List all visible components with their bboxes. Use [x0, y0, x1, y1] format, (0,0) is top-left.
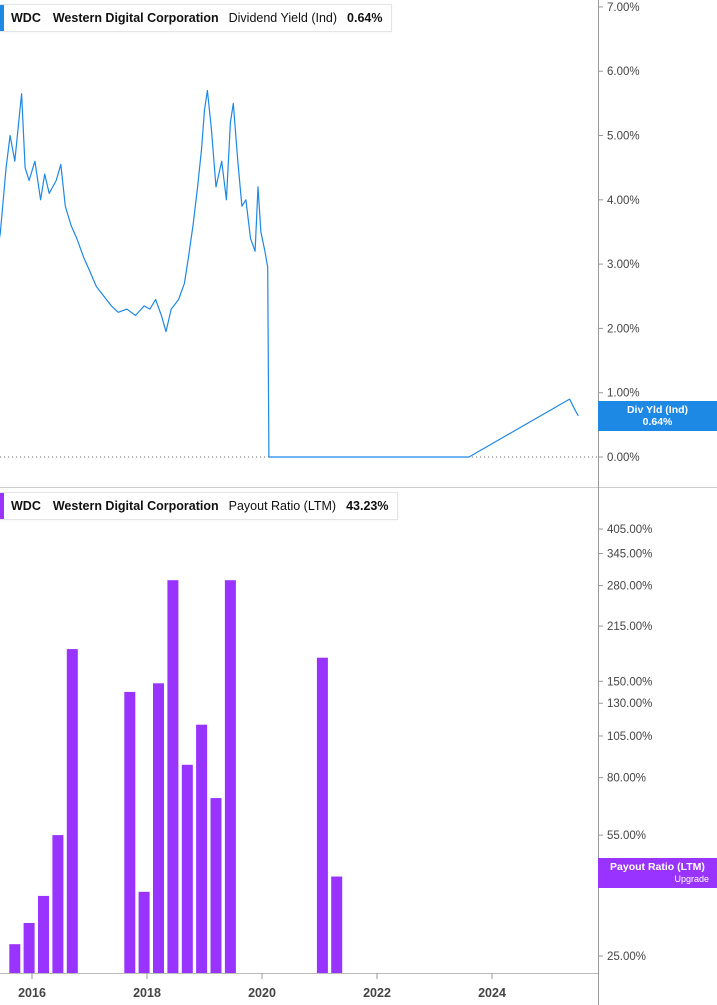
payout-y-tick-label: 25.00%: [607, 951, 646, 963]
top-legend-metric: Dividend Yield (Ind): [228, 11, 338, 25]
yield-y-tick-label: 5.00%: [607, 131, 640, 143]
bottom-legend-company: Western Digital Corporation: [52, 499, 219, 513]
payout-bar: [52, 835, 64, 973]
payout-bar: [23, 923, 35, 973]
payout-bar: [138, 891, 150, 973]
yield-current-tag: Div Yld (Ind) 0.64%: [598, 401, 717, 431]
top-legend: WDC Western Digital Corporation Dividend…: [0, 4, 393, 32]
payout-tag-label: Payout Ratio (LTM): [610, 861, 705, 873]
yield-legend-swatch: [0, 5, 4, 31]
payout-y-tick-label: 130.00%: [607, 698, 652, 710]
yield-y-tick-label: 6.00%: [607, 66, 640, 78]
chart-stage: 7.00% 6.00% 5.00% 4.00% 3.00% 2.00% 1.00% 0.00%…: [0, 0, 717, 1005]
bottom-legend-value: 43.23%: [346, 499, 389, 513]
payout-tag-upgrade-link[interactable]: Upgrade: [598, 873, 717, 885]
yield-y-tick-label: 0.00%: [607, 452, 640, 464]
payout-bar: [316, 657, 328, 973]
bottom-legend: WDC Western Digital Corporation Payout R…: [0, 492, 399, 520]
payout-y-tick-label: 405.00%: [607, 524, 652, 536]
x-tick-label: 2018: [133, 986, 161, 1000]
payout-bar: [9, 944, 21, 973]
top-legend-ticker: WDC: [11, 11, 41, 25]
x-tick-label: 2024: [478, 986, 506, 1000]
payout-bar: [38, 895, 49, 973]
x-tick-label: 2016: [18, 986, 46, 1000]
top-legend-company: Western Digital Corporation: [52, 11, 219, 25]
yield-y-tick-label: 3.00%: [607, 259, 640, 271]
bottom-legend-ticker: WDC: [11, 499, 41, 513]
payout-y-tick-label: 215.00%: [607, 621, 652, 633]
yield-y-tick-label: 7.00%: [607, 2, 640, 14]
payout-y-tick-label: 280.00%: [607, 581, 652, 593]
payout-y-tick-label: 80.00%: [607, 773, 646, 785]
payout-bar: [331, 876, 343, 973]
dividend-yield-line: [0, 89, 579, 458]
bottom-legend-metric: Payout Ratio (LTM): [228, 499, 337, 513]
payout-bar: [224, 580, 236, 973]
payout-bar: [167, 580, 179, 973]
payout-y-tick-label: 55.00%: [607, 830, 646, 842]
payout-bar: [124, 691, 136, 973]
payout-legend-swatch: [0, 493, 4, 519]
payout-y-tick-label: 150.00%: [607, 676, 652, 688]
payout-bar: [66, 649, 78, 973]
yield-y-tick-label: 4.00%: [607, 195, 640, 207]
payout-bar: [210, 798, 222, 973]
payout-bar: [181, 764, 193, 973]
payout-y-tick-label: 105.00%: [607, 731, 652, 743]
x-tick-label: 2022: [363, 986, 391, 1000]
yield-y-tick-label: 1.00%: [607, 388, 640, 400]
payout-bar: [196, 724, 208, 973]
x-tick-label: 2020: [248, 986, 276, 1000]
payout-bar: [153, 683, 164, 973]
yield-y-tick-label: 2.00%: [607, 323, 640, 335]
payout-y-tick-label: 345.00%: [607, 549, 652, 561]
yield-tag-value: 0.64%: [642, 416, 673, 428]
top-legend-value: 0.64%: [347, 11, 383, 25]
payout-current-tag: Payout Ratio (LTM) Upgrade: [598, 858, 717, 888]
yield-tag-label: Div Yld (Ind): [626, 404, 689, 416]
